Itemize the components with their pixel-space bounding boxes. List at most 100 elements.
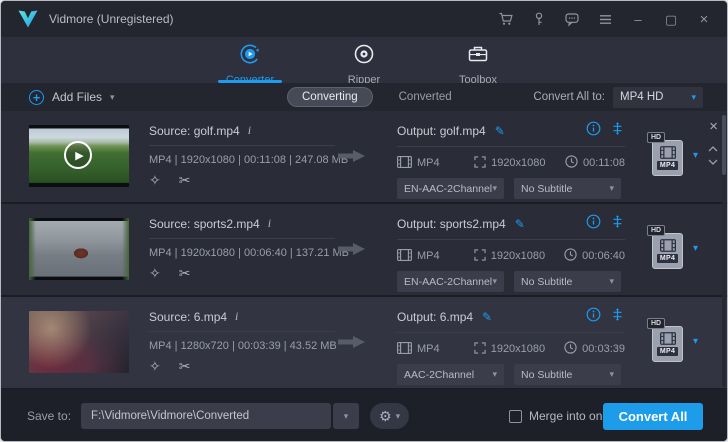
output-settings-icon[interactable] [610,121,625,141]
tab-converter[interactable]: Converter [215,37,285,83]
file-row-golf[interactable]: ▶ Source: golf.mp4 i MP4 | 1920x1080 | 0… [1,111,727,202]
clock-icon [564,248,577,264]
profile-format-icon: MP4 [652,326,683,362]
scrollbar-thumb[interactable] [722,115,726,175]
output-filename: Output: golf.mp4 [397,124,486,138]
convert-all-to-value: MP4 HD [620,91,663,103]
cut-icon[interactable]: ✂ [179,173,191,187]
output-info-icon[interactable] [586,214,601,234]
audio-track-dropdown[interactable]: EN-AAC-2Channel ▾ [397,178,504,199]
convert-all-button[interactable]: Convert All [603,403,703,430]
divider [397,146,625,147]
profile-format-label: MP4 [657,161,678,170]
cart-icon[interactable] [495,9,517,29]
close-glyph: × [700,12,709,27]
convert-arrow-icon [338,242,366,261]
tab-toolbox[interactable]: Toolbox [443,37,513,83]
divider [149,145,335,146]
subtitle-dropdown[interactable]: No Subtitle ▾ [514,271,621,292]
chevron-down-icon: ▾ [691,93,696,102]
divider [149,331,335,332]
rename-icon[interactable]: ✎ [482,311,492,323]
save-path-input[interactable] [81,403,331,429]
resolution-icon [474,249,486,264]
minimize-button[interactable]: – [627,9,649,29]
add-files-button[interactable]: + Add Files ▾ [29,90,115,105]
tab-ripper[interactable]: Ripper [329,37,399,83]
feedback-icon[interactable] [561,9,583,29]
resolution-icon [474,342,486,357]
subtitle-dropdown[interactable]: No Subtitle ▾ [514,364,621,385]
chevron-down-icon: ▾ [609,370,614,379]
source-info-icon[interactable]: i [268,216,271,231]
file-row-sports2[interactable]: Source: sports2.mp4 i MP4 | 1920x1080 | … [1,204,727,295]
main-nav: Converter Ripper Too [1,37,727,83]
converter-icon [238,42,262,71]
source-info-icon[interactable]: i [248,123,251,138]
tab-converting[interactable]: Converting [287,87,373,107]
edit-effects-icon[interactable]: ✧ [149,173,161,187]
edit-effects-icon[interactable]: ✧ [149,266,161,280]
rename-icon[interactable]: ✎ [515,218,525,230]
close-button[interactable]: × [693,9,715,29]
add-files-label: Add Files [52,90,102,104]
ripper-icon [352,42,376,71]
subtitle-dropdown[interactable]: No Subtitle ▾ [514,178,621,199]
play-glyph: ▶ [75,149,83,162]
audio-track-dropdown[interactable]: AAC-2Channel ▾ [397,364,504,385]
hd-badge: HD [647,132,665,143]
merge-checkbox[interactable] [509,410,522,423]
output-duration: 00:11:08 [583,157,625,169]
cut-icon[interactable]: ✂ [179,266,191,280]
video-thumbnail[interactable]: ▶ [29,125,129,187]
source-info-icon[interactable]: i [235,309,238,324]
audio-track-value: EN-AAC-2Channel [404,276,492,288]
vidmore-logo-icon [17,9,39,29]
video-thumbnail[interactable] [29,311,129,373]
output-settings-icon[interactable] [610,214,625,234]
profile-caret-icon[interactable]: ▾ [693,244,698,254]
file-list: ▶ Source: golf.mp4 i MP4 | 1920x1080 | 0… [1,111,727,389]
output-info-icon[interactable] [586,307,601,327]
scrollbar-track[interactable] [722,113,726,387]
subtitle-value: No Subtitle [521,369,572,381]
register-key-icon[interactable] [528,9,550,29]
audio-track-dropdown[interactable]: EN-AAC-2Channel ▾ [397,271,504,292]
output-resolution: 1920x1080 [491,157,545,169]
convert-all-to-dropdown[interactable]: MP4 HD ▾ [613,87,703,108]
save-path-dropdown-button[interactable]: ▾ [333,403,359,429]
output-settings-icon[interactable] [610,307,625,327]
output-profile-button[interactable]: MP4 HD [649,133,691,179]
menu-icon[interactable] [594,9,616,29]
output-profile-button[interactable]: MP4 HD [649,226,691,272]
play-icon[interactable]: ▶ [64,141,92,169]
source-filename: Source: golf.mp4 [149,124,240,138]
output-info-icon[interactable] [586,121,601,141]
edit-effects-icon[interactable]: ✧ [149,359,161,373]
output-format: MP4 [417,157,440,169]
remove-file-icon[interactable]: × [709,119,718,134]
maximize-glyph: ▢ [665,13,677,26]
file-row-6[interactable]: Source: 6.mp4 i MP4 | 1280x720 | 00:03:3… [1,297,727,388]
tab-converted[interactable]: Converted [399,91,452,103]
rename-icon[interactable]: ✎ [495,125,505,137]
toolbar: + Add Files ▾ Converting Converted Conve… [1,83,727,111]
hd-badge: HD [647,318,665,329]
settings-button[interactable]: ⚙ ▾ [370,403,409,429]
chevron-down-icon: ▾ [492,277,497,286]
footer: Save to: ▾ ⚙ ▾ Merge into one file Conve… [1,389,727,442]
output-filename: Output: 6.mp4 [397,310,473,324]
video-thumbnail[interactable] [29,218,129,280]
source-meta: MP4 | 1920x1080 | 00:11:08 | 247.08 MB [149,154,335,166]
profile-caret-icon[interactable]: ▾ [693,151,698,161]
cut-icon[interactable]: ✂ [179,359,191,373]
profile-caret-icon[interactable]: ▾ [693,337,698,347]
maximize-button[interactable]: ▢ [660,9,682,29]
scroll-down-icon[interactable] [708,152,718,170]
add-files-caret-icon[interactable]: ▾ [110,93,115,102]
source-meta: MP4 | 1280x720 | 00:03:39 | 43.52 MB [149,340,335,352]
audio-track-value: AAC-2Channel [404,369,474,381]
output-profile-button[interactable]: MP4 HD [649,319,691,365]
source-meta: MP4 | 1920x1080 | 00:06:40 | 137.21 MB [149,247,335,259]
app-window: Vidmore (Unregistered) [0,0,728,442]
